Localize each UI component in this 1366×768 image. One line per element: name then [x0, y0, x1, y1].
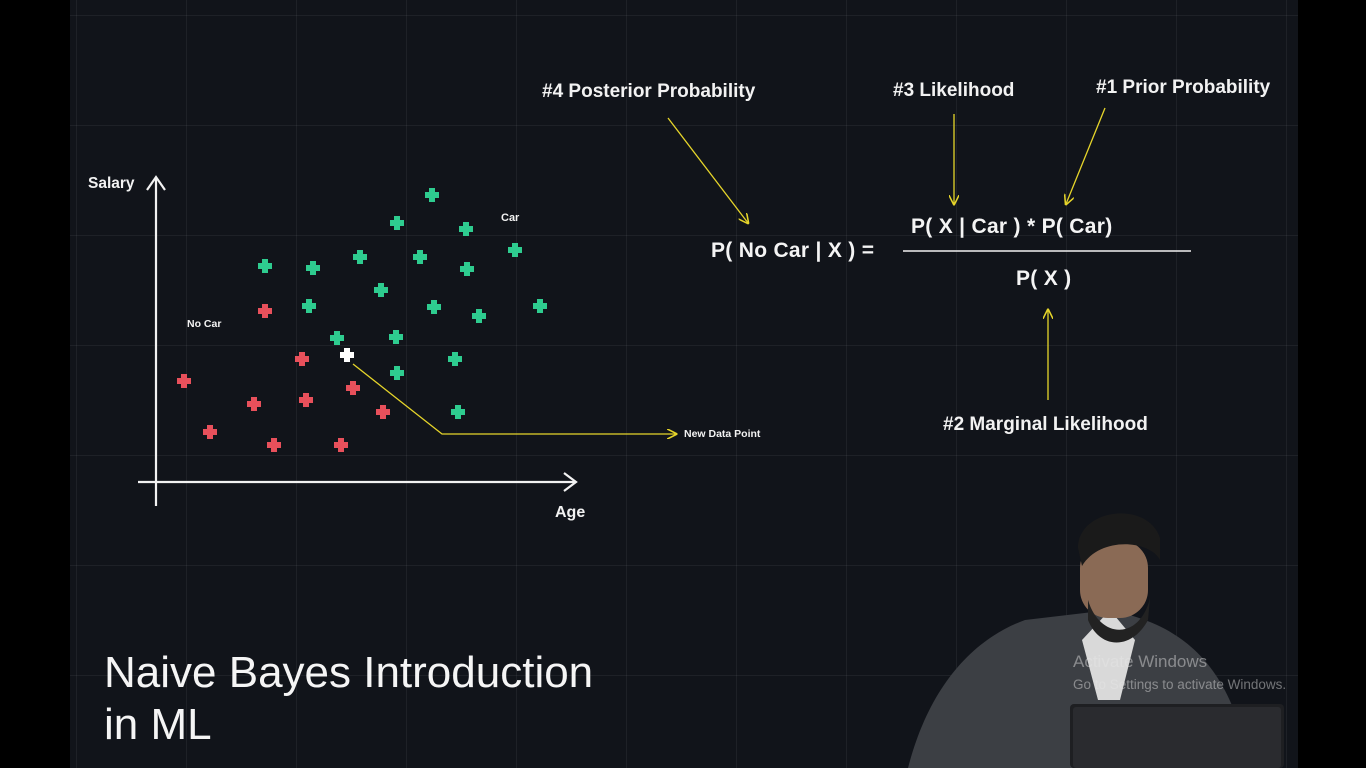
- x-axis-label: Age: [555, 504, 586, 521]
- car-point: [460, 262, 474, 276]
- prior-label: #1 Prior Probability: [1096, 77, 1271, 98]
- no-car-point: [334, 438, 348, 452]
- car-point: [451, 405, 465, 419]
- activate-windows-subtitle: Go to Settings to activate Windows.: [1073, 677, 1287, 692]
- video-title-line1: Naive Bayes Introduction: [104, 648, 594, 697]
- car-point: [427, 300, 441, 314]
- no-car-point: [258, 304, 272, 318]
- no-car-point: [376, 405, 390, 419]
- video-title-line2: in ML: [104, 700, 212, 749]
- marginal-label: #2 Marginal Likelihood: [943, 414, 1148, 435]
- car-point: [448, 352, 462, 366]
- no-car-point: [295, 352, 309, 366]
- formula-lhs: P( No Car | X ) =: [711, 239, 875, 262]
- activate-windows-title: Activate Windows: [1073, 652, 1208, 671]
- formula-denominator: P( X ): [1016, 267, 1072, 290]
- no-car-label: No Car: [187, 318, 222, 330]
- car-point: [508, 243, 522, 257]
- no-car-point: [177, 374, 191, 388]
- car-point: [389, 330, 403, 344]
- no-car-point: [299, 393, 313, 407]
- likelihood-label: #3 Likelihood: [893, 80, 1015, 101]
- car-point: [472, 309, 486, 323]
- no-car-point: [346, 381, 360, 395]
- car-point: [306, 261, 320, 275]
- car-point: [413, 250, 427, 264]
- video-frame: Salary Age Car No Car New Data Point #4 …: [70, 0, 1298, 768]
- prior-arrow: [1066, 107, 1106, 204]
- car-point: [533, 299, 547, 313]
- posterior-label: #4 Posterior Probability: [542, 81, 756, 102]
- posterior-arrow: [667, 117, 748, 223]
- car-point: [258, 259, 272, 273]
- car-point: [459, 222, 473, 236]
- y-axis-label: Salary: [88, 175, 135, 192]
- formula-numerator: P( X | Car ) * P( Car): [911, 215, 1113, 238]
- scatter-points: [177, 188, 547, 452]
- no-car-point: [247, 397, 261, 411]
- person-icon: [908, 513, 1284, 768]
- car-point: [425, 188, 439, 202]
- new-data-point-label: New Data Point: [684, 428, 761, 440]
- car-point: [302, 299, 316, 313]
- car-point: [330, 331, 344, 345]
- car-point: [374, 283, 388, 297]
- no-car-point: [203, 425, 217, 439]
- car-label: Car: [501, 212, 520, 224]
- car-point: [353, 250, 367, 264]
- car-point: [390, 216, 404, 230]
- car-point: [390, 366, 404, 380]
- no-car-point: [267, 438, 281, 452]
- new-data-point: [340, 348, 354, 362]
